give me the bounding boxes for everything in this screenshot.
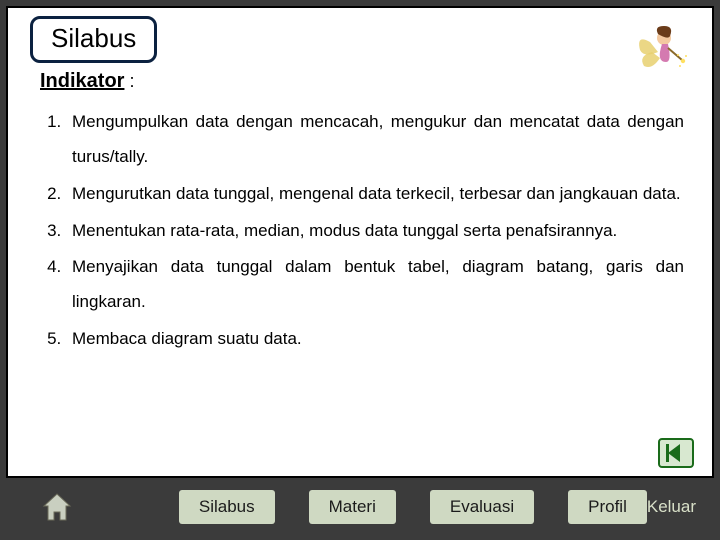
list-item: Membaca diagram suatu data.	[66, 322, 684, 357]
indicator-list: Mengumpulkan data dengan mencacah, mengu…	[40, 105, 684, 357]
nav-evaluasi[interactable]: Evaluasi	[430, 490, 534, 524]
content-area: Indikator : Mengumpulkan data dengan men…	[40, 70, 684, 466]
slide-frame: Silabus Indikator : Mengumpulkan data de…	[6, 6, 714, 478]
back-arrow-button[interactable]	[658, 438, 694, 468]
list-item: Menyajikan data tunggal dalam bentuk tab…	[66, 250, 684, 320]
nav-silabus[interactable]: Silabus	[179, 490, 275, 524]
nav-materi[interactable]: Materi	[309, 490, 396, 524]
list-item: Mengumpulkan data dengan mencacah, mengu…	[66, 105, 684, 175]
section-label: Indikator	[40, 70, 124, 92]
title-tab: Silabus	[30, 16, 157, 63]
colon: :	[124, 71, 134, 91]
title-text: Silabus	[51, 23, 136, 53]
home-button[interactable]	[6, 490, 109, 524]
nav-profil[interactable]: Profil	[568, 490, 647, 524]
nav-group: Silabus Materi Evaluasi Profil	[109, 490, 647, 524]
list-item: Menentukan rata-rata, median, modus data…	[66, 214, 684, 249]
list-item: Mengurutkan data tunggal, mengenal data …	[66, 177, 684, 212]
bottom-bar: Silabus Materi Evaluasi Profil Keluar	[6, 480, 714, 534]
nav-keluar[interactable]: Keluar	[647, 497, 696, 517]
